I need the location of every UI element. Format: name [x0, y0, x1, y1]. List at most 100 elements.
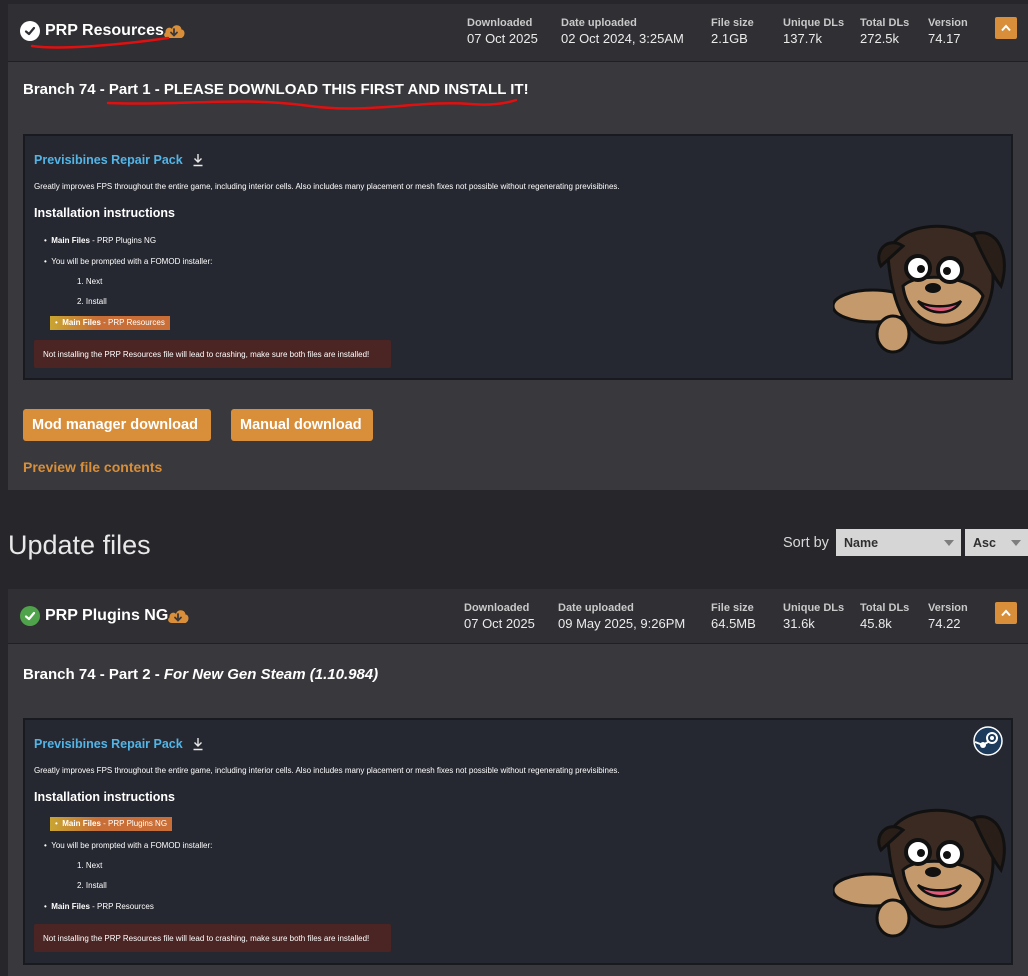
chevron-down-icon	[1011, 540, 1021, 546]
stat-value: 64.5MB	[711, 616, 756, 631]
step-text: - PRP Plugins NG	[100, 819, 168, 828]
stat-date-uploaded: Date uploaded 09 May 2025, 9:26PM	[558, 602, 685, 631]
stat-value: 272.5k	[860, 31, 900, 46]
stat-label: Total DLs	[860, 17, 910, 29]
stat-unique-dls: Unique DLs 137.7k	[783, 17, 844, 46]
steam-icon	[973, 726, 1003, 756]
sort-by-label: Sort by	[783, 535, 829, 551]
stat-version: Version 74.17	[928, 17, 968, 46]
description-box: Previsibines Repair Pack Greatly improve…	[23, 718, 1013, 965]
stat-file-size: File size 64.5MB	[711, 602, 756, 631]
manual-download-button[interactable]: Manual download	[231, 409, 373, 441]
stat-value: 07 Oct 2025	[467, 31, 538, 46]
stat-value: 74.17	[928, 31, 961, 46]
stat-label: Date uploaded	[558, 602, 634, 614]
sort-field-select[interactable]: Name	[836, 529, 961, 556]
stat-label: Unique DLs	[783, 17, 845, 29]
stat-label: Downloaded	[467, 17, 533, 29]
branch-prefix: Branch 74 - Part 2 -	[23, 666, 164, 683]
stat-label: Total DLs	[860, 602, 910, 614]
stat-total-dls: Total DLs 45.8k	[860, 602, 909, 631]
install-heading: Installation instructions	[34, 206, 175, 220]
mod-manager-download-button[interactable]: Mod manager download	[23, 409, 211, 441]
branch-subtitle: For New Gen Steam (1.10.984)	[163, 666, 379, 683]
mascot-dog-illustration	[833, 808, 1006, 938]
main-files-label: Main Files	[51, 236, 90, 245]
stat-label: Version	[928, 17, 968, 29]
chevron-up-icon	[1001, 609, 1011, 617]
stat-value: 45.8k	[860, 616, 892, 631]
branch-title: Branch 74 - Part 2 - For New Gen Steam (…	[23, 666, 378, 683]
stat-version: Version 74.22	[928, 602, 968, 631]
step-text: You will be prompted with a FOMOD instal…	[51, 257, 213, 266]
file-header[interactable]: PRP Resources Downloaded 07 Oct 2025 Dat…	[8, 4, 1028, 62]
stat-file-size: File size 2.1GB	[711, 17, 754, 46]
description-box: Previsibines Repair Pack Greatly improve…	[23, 134, 1013, 380]
check-circle-icon	[20, 606, 40, 626]
step-plugins: • Main Files - PRP Plugins NG	[44, 236, 157, 245]
warning-message: Not installing the PRP Resources file wi…	[34, 340, 391, 368]
step-text: - PRP Plugins NG	[89, 236, 157, 245]
highlighted-step: • Main Files - PRP Resources	[50, 316, 170, 330]
branch-title: Branch 74 - Part 1 - PLEASE DOWNLOAD THI…	[23, 81, 529, 98]
step-install: 2. Install	[77, 297, 107, 306]
highlighted-step: • Main Files - PRP Plugins NG	[50, 817, 173, 831]
stat-value: 74.22	[928, 616, 961, 631]
stat-downloaded: Downloaded 07 Oct 2025	[464, 602, 535, 631]
stat-total-dls: Total DLs 272.5k	[860, 17, 909, 46]
mascot-dog-illustration	[833, 224, 1006, 354]
main-files-label: Main Files	[51, 902, 90, 911]
download-arrow-icon	[193, 154, 203, 167]
stat-value: 137.7k	[783, 31, 823, 46]
stat-label: Downloaded	[464, 602, 530, 614]
sort-order-value: Asc	[973, 535, 996, 550]
stat-label: File size	[711, 602, 754, 614]
stat-value: 02 Oct 2024, 3:25AM	[561, 31, 684, 46]
main-file-panel: PRP Resources Downloaded 07 Oct 2025 Dat…	[8, 4, 1028, 490]
step-resources: • Main Files - PRP Resources	[44, 902, 154, 911]
stat-unique-dls: Unique DLs 31.6k	[783, 602, 844, 631]
stat-value: 09 May 2025, 9:26PM	[558, 616, 686, 631]
pack-title: Previsibines Repair Pack	[34, 153, 183, 167]
cloud-download-icon	[168, 610, 189, 623]
stat-value: 31.6k	[783, 616, 815, 631]
step-fomod: • You will be prompted with a FOMOD inst…	[44, 257, 213, 266]
step-fomod: • You will be prompted with a FOMOD inst…	[44, 841, 213, 850]
chevron-up-icon	[1001, 24, 1011, 32]
cloud-download-icon	[164, 25, 185, 38]
chevron-down-icon	[944, 540, 954, 546]
pack-description: Greatly improves FPS throughout the enti…	[34, 766, 620, 775]
step-text: - PRP Resources	[89, 902, 154, 911]
step-install: 2. Install	[77, 881, 107, 890]
file-header[interactable]: PRP Plugins NG Downloaded 07 Oct 2025 Da…	[8, 589, 1028, 644]
step-next: 1. Next	[77, 861, 103, 870]
file-title[interactable]: PRP Plugins NG	[45, 607, 168, 625]
stat-value: 07 Oct 2025	[464, 616, 535, 631]
stat-date-uploaded: Date uploaded 02 Oct 2024, 3:25AM	[561, 17, 684, 46]
pack-title: Previsibines Repair Pack	[34, 737, 183, 751]
collapse-button[interactable]	[995, 17, 1017, 39]
pack-description: Greatly improves FPS throughout the enti…	[34, 182, 620, 191]
stat-label: File size	[711, 17, 754, 29]
collapse-button[interactable]	[995, 602, 1017, 624]
main-files-label: Main Files	[62, 819, 101, 828]
main-files-label: Main Files	[62, 318, 101, 327]
warning-message: Not installing the PRP Resources file wi…	[34, 924, 391, 952]
sort-order-select[interactable]: Asc	[965, 529, 1028, 556]
update-file-panel: PRP Plugins NG Downloaded 07 Oct 2025 Da…	[8, 589, 1028, 976]
sort-field-value: Name	[844, 535, 879, 550]
stat-label: Date uploaded	[561, 17, 637, 29]
stat-downloaded: Downloaded 07 Oct 2025	[467, 17, 538, 46]
step-text: - PRP Resources	[100, 318, 165, 327]
update-files-title: Update files	[8, 530, 151, 560]
stat-value: 2.1GB	[711, 31, 748, 46]
preview-file-contents-link[interactable]: Preview file contents	[23, 459, 162, 475]
download-arrow-icon	[193, 738, 203, 751]
file-title[interactable]: PRP Resources	[45, 22, 164, 40]
stat-label: Unique DLs	[783, 602, 845, 614]
check-circle-icon	[20, 21, 40, 41]
step-text: You will be prompted with a FOMOD instal…	[51, 841, 213, 850]
stat-label: Version	[928, 602, 968, 614]
install-heading: Installation instructions	[34, 790, 175, 804]
step-next: 1. Next	[77, 277, 103, 286]
